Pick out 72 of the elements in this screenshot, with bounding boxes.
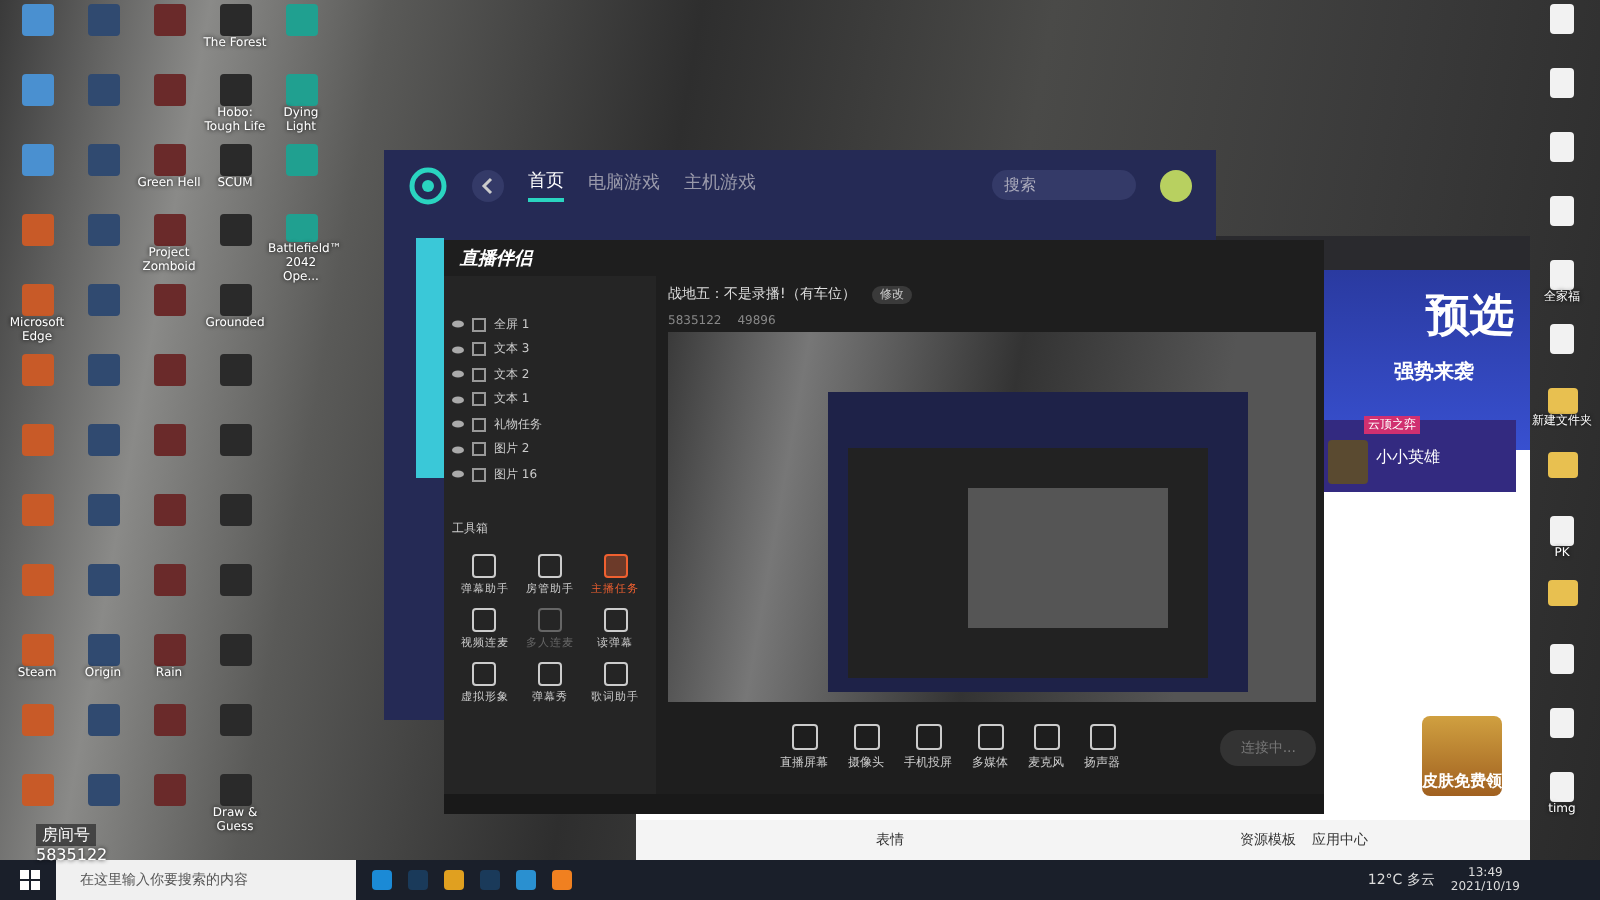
file-icon[interactable]	[1550, 132, 1574, 162]
search-field[interactable]: 搜索	[992, 170, 1136, 200]
app-icon[interactable]	[219, 424, 251, 456]
windows-logo-icon[interactable]	[20, 870, 40, 890]
app-icon[interactable]	[219, 564, 251, 596]
app-icon[interactable]	[153, 74, 185, 106]
promo-badge[interactable]: 皮肤免费领	[1422, 716, 1502, 796]
banner-title: 预选	[1426, 290, 1514, 346]
app-icon[interactable]	[219, 74, 251, 106]
app-icon[interactable]	[21, 74, 53, 106]
app-icon[interactable]	[87, 494, 119, 526]
ring-logo-icon	[408, 165, 448, 205]
app-icon[interactable]	[219, 494, 251, 526]
app-icon[interactable]	[87, 424, 119, 456]
folder-icon[interactable]	[1547, 580, 1577, 606]
app-icon[interactable]	[153, 214, 185, 246]
folder-icon[interactable]	[1547, 388, 1577, 414]
app-icon[interactable]	[87, 284, 119, 316]
eye-icon[interactable]	[452, 320, 464, 329]
app-icon[interactable]	[21, 214, 53, 246]
eye-icon[interactable]	[452, 470, 464, 479]
app-icon[interactable]	[219, 284, 251, 316]
folder-icon[interactable]	[1547, 452, 1577, 478]
file-icon[interactable]	[1550, 4, 1574, 34]
room-number: 5835122	[36, 846, 108, 864]
file-icon[interactable]	[1550, 196, 1574, 226]
file-icon[interactable]	[1550, 68, 1574, 98]
app-icon[interactable]	[153, 144, 185, 176]
app-icon[interactable]	[219, 704, 251, 736]
app-icon[interactable]	[219, 214, 251, 246]
app-icon[interactable]	[219, 354, 251, 386]
eye-icon[interactable]	[452, 445, 464, 454]
app-icon[interactable]	[153, 4, 185, 36]
eye-icon[interactable]	[452, 420, 464, 429]
app-icon[interactable]	[153, 564, 185, 596]
app-icon[interactable]	[153, 424, 185, 456]
file-icon[interactable]	[1550, 644, 1574, 674]
app-icon[interactable]	[153, 704, 185, 736]
card-title: 小小英雄	[1376, 445, 1440, 467]
eye-icon[interactable]	[452, 395, 464, 404]
app-icon[interactable]	[219, 4, 251, 36]
file-icon[interactable]	[1550, 708, 1574, 738]
nav-tab[interactable]: 主机游戏	[684, 170, 756, 200]
eye-icon[interactable]	[452, 370, 464, 379]
file-icon[interactable]	[1550, 772, 1574, 802]
file-icon[interactable]	[1550, 260, 1574, 290]
eye-icon[interactable]	[452, 345, 464, 354]
nav-tab[interactable]: 首页	[528, 168, 564, 202]
app-icon[interactable]	[87, 564, 119, 596]
app-icon[interactable]	[87, 774, 119, 806]
game-thumbnail	[1328, 440, 1368, 484]
app-logo: 直播伴侣	[460, 246, 532, 271]
app-icon[interactable]	[219, 144, 251, 176]
banner-subtitle: 强势来袭	[1394, 358, 1474, 386]
app-icon[interactable]	[219, 774, 251, 806]
app-icon[interactable]	[153, 354, 185, 386]
app-icon[interactable]	[87, 354, 119, 386]
app-icon[interactable]	[87, 704, 119, 736]
app-icon[interactable]	[153, 774, 185, 806]
app-icon[interactable]	[87, 634, 119, 666]
nav-tab[interactable]: 电脑游戏	[588, 170, 660, 200]
file-icon[interactable]	[1550, 516, 1574, 546]
room-label: 房间号	[36, 824, 96, 846]
back-icon[interactable]	[472, 169, 504, 201]
app-icon[interactable]	[153, 494, 185, 526]
app-icon[interactable]	[21, 4, 53, 36]
app-icon[interactable]	[153, 634, 185, 666]
file-icon[interactable]	[1550, 324, 1574, 354]
app-icon[interactable]	[21, 144, 53, 176]
app-icon[interactable]	[219, 634, 251, 666]
app-icon[interactable]	[153, 284, 185, 316]
avatar-icon[interactable]	[1160, 169, 1192, 201]
